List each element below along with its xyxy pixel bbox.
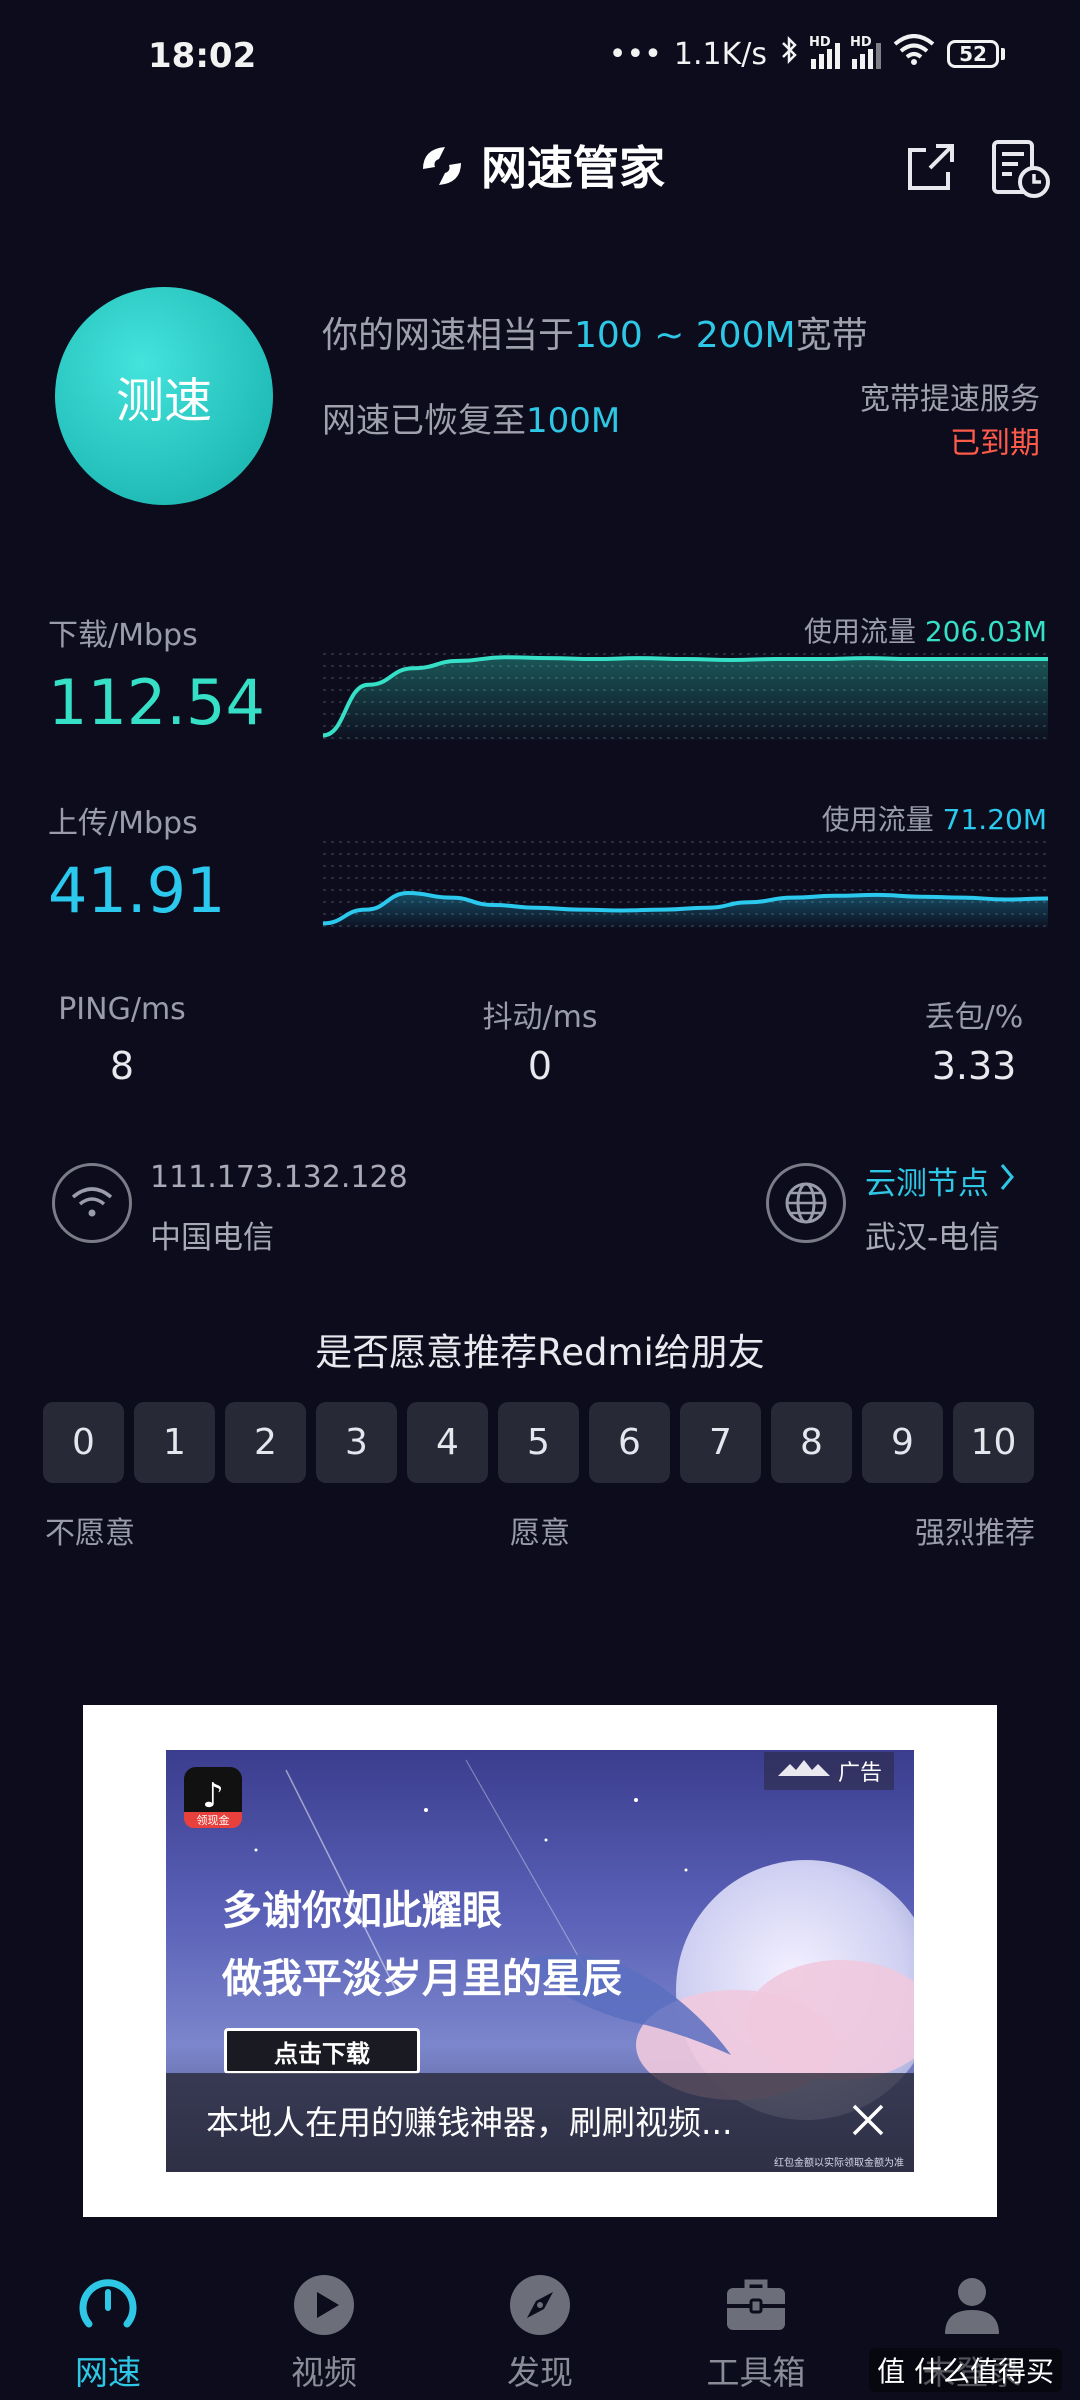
download-value: 112.54 [48, 666, 265, 739]
recovered-speed: 网速已恢复至100M [322, 401, 621, 441]
user-icon [939, 2272, 1005, 2338]
equivalent-bandwidth: 你的网速相当于100 ~ 200M宽带 [322, 315, 868, 356]
node-name: 武汉-电信 [865, 1220, 1001, 1256]
ip-address: 111.173.132.128 [150, 1160, 408, 1195]
score-button[interactable]: 2 [225, 1402, 306, 1483]
score-button[interactable]: 0 [43, 1402, 124, 1483]
score-button[interactable]: 10 [953, 1402, 1034, 1483]
play-icon [291, 2272, 357, 2338]
score-row: 0 1 2 3 4 5 6 7 8 9 10 [43, 1402, 1034, 1483]
signal-icon-1: HD [809, 35, 840, 69]
ad-badge: 广告 [764, 1752, 895, 1790]
speedometer-icon [75, 2272, 141, 2338]
ad-close-icon[interactable] [850, 2102, 886, 2138]
chart-area [323, 657, 1048, 740]
ad-app-badge: 领现金 [184, 1812, 242, 1828]
globe-icon[interactable] [766, 1163, 846, 1243]
more-dots-icon: ••• [608, 36, 662, 72]
ping-label: PING/ms [58, 992, 186, 1027]
score-button[interactable]: 9 [862, 1402, 943, 1483]
loss-value: 3.33 [931, 1044, 1017, 1088]
app-title-text: 网速管家 [481, 141, 665, 195]
nav-video[interactable]: 视频 [216, 2250, 432, 2400]
ad-banner[interactable]: ♪ 领现金 广告 多谢你如此耀眼 做我平淡岁月里的星辰 点击下载 本地人在用的赚… [166, 1750, 914, 2172]
speed-test-button[interactable]: 测速 [55, 287, 273, 505]
nav-toolbox[interactable]: 工具箱 [648, 2250, 864, 2400]
status-icons: ••• 1.1K/s HD HD 52 [609, 34, 1005, 74]
chevron-right-icon [999, 1162, 1015, 1200]
score-button[interactable]: 4 [407, 1402, 488, 1483]
ping-value: 8 [109, 1044, 135, 1088]
toolbox-icon [723, 2272, 789, 2338]
wifi-icon [893, 34, 935, 74]
download-label: 下载/Mbps [48, 618, 198, 653]
status-time: 18:02 [148, 36, 257, 76]
loss-label: 丢包/% [924, 1000, 1024, 1035]
share-icon[interactable] [900, 138, 960, 198]
cloud-node-link[interactable]: 云测节点 [865, 1158, 1015, 1203]
score-button[interactable]: 3 [316, 1402, 397, 1483]
app-logo-icon [415, 139, 469, 204]
recommend-question: 是否愿意推荐Redmi给朋友 [315, 1331, 765, 1374]
upload-label: 上传/Mbps [48, 806, 198, 841]
nav-speed[interactable]: 网速 [0, 2250, 216, 2400]
download-usage: 使用流量 206.03M [803, 615, 1047, 648]
score-button[interactable]: 6 [589, 1402, 670, 1483]
ad-download-button[interactable]: 点击下载 [224, 2028, 420, 2074]
score-button[interactable]: 7 [680, 1402, 761, 1483]
net-speed: 1.1K/s [673, 36, 767, 72]
battery-icon: 52 [947, 40, 1005, 68]
ad-headline-1: 多谢你如此耀眼 [222, 1887, 502, 1934]
upload-value: 41.91 [48, 854, 226, 927]
ad-fine-print: 红包金额以实际领取金额为准 [774, 2158, 904, 2169]
download-speed-chart [323, 653, 1048, 740]
speedup-service-status[interactable]: 已到期 [950, 418, 1040, 462]
jitter-label: 抖动/ms [482, 1000, 598, 1035]
ad-network-icon [776, 1758, 832, 1784]
watermark: 值 什么值得买 [869, 2348, 1062, 2392]
jitter-value: 0 [527, 1044, 553, 1088]
bluetooth-icon [779, 35, 799, 73]
score-button[interactable]: 8 [771, 1402, 852, 1483]
upload-speed-chart [323, 841, 1048, 928]
score-high-label: 强烈推荐 [915, 1516, 1035, 1551]
history-icon[interactable] [988, 136, 1054, 202]
wifi-icon [52, 1163, 132, 1243]
score-button[interactable]: 1 [134, 1402, 215, 1483]
score-button[interactable]: 5 [498, 1402, 579, 1483]
ad-caption: 本地人在用的赚钱神器，刷刷视频... [206, 2103, 733, 2142]
battery-level: 52 [947, 40, 999, 68]
signal-icon-2: HD [850, 35, 881, 69]
upload-usage: 使用流量 71.20M [821, 803, 1047, 836]
ad-headline-2: 做我平淡岁月里的星辰 [222, 1955, 622, 2002]
isp-name: 中国电信 [150, 1220, 274, 1256]
speedup-service-label[interactable]: 宽带提速服务 [860, 374, 1040, 418]
compass-icon [507, 2272, 573, 2338]
nav-discover[interactable]: 发现 [432, 2250, 648, 2400]
